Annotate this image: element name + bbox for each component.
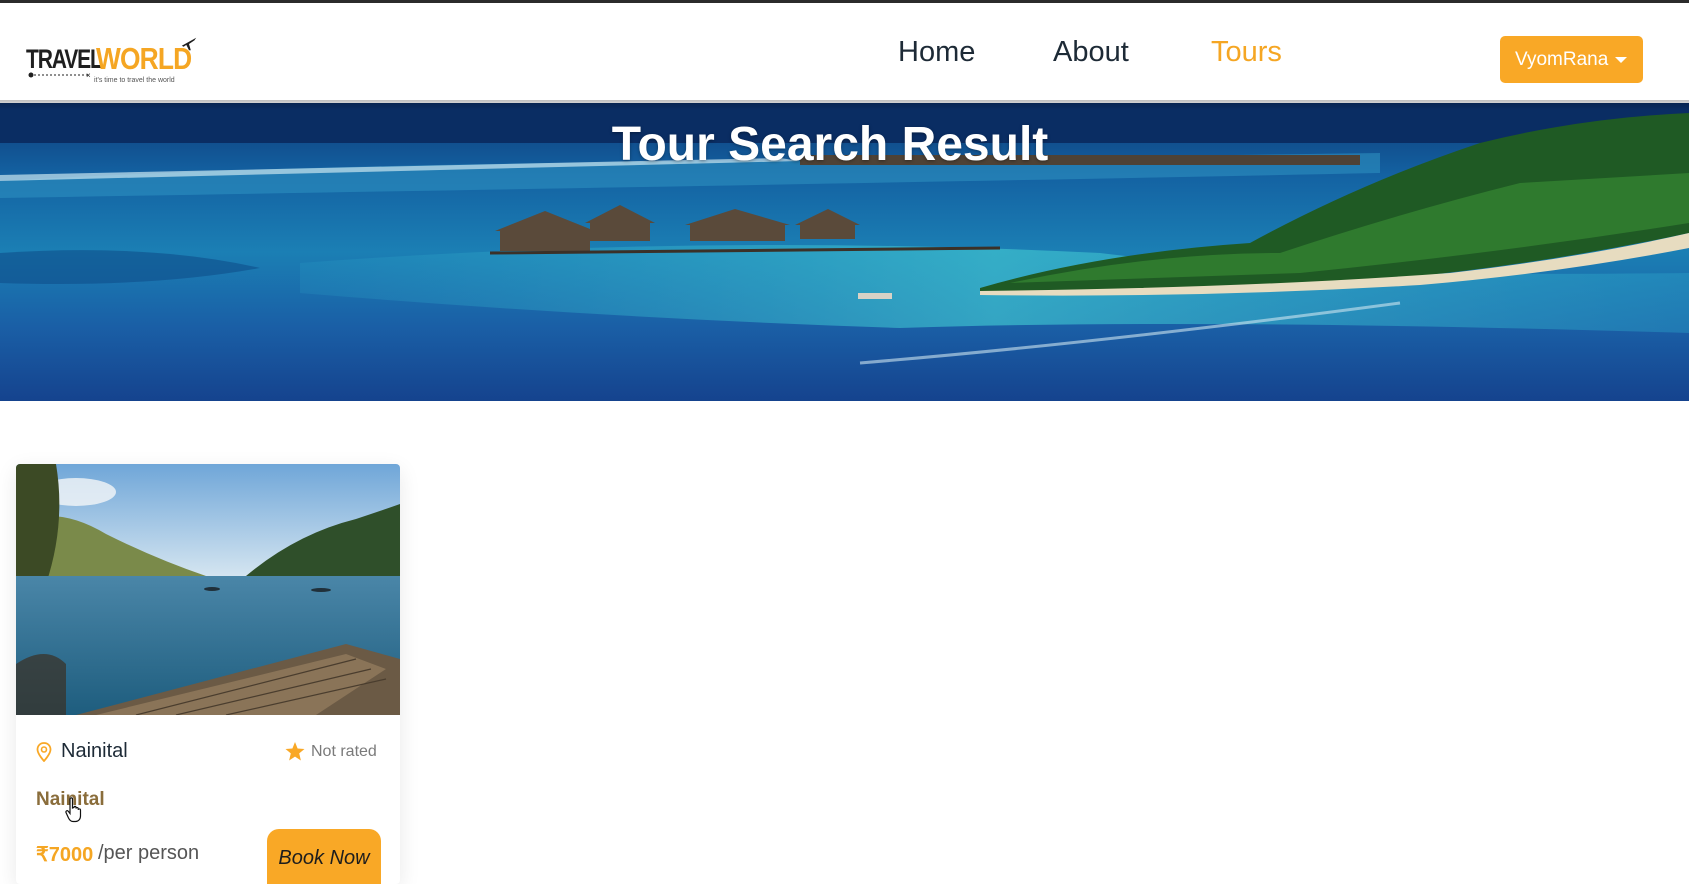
tour-lake-image[interactable] [16,464,400,715]
tour-card: Nainital Not rated Nainital ₹7000 /per p… [16,464,400,884]
user-menu-dropdown[interactable]: VyomRana [1500,36,1643,83]
tour-location: Nainital [61,740,128,762]
user-name-label: VyomRana [1515,48,1609,70]
book-now-button[interactable]: Book Now [267,829,381,884]
site-header: TRAVEL WORLD × it's time to travel the w… [0,3,1689,103]
location-pin-icon [36,742,52,762]
header-shadow [0,100,1689,110]
tour-price: ₹7000 [36,844,94,866]
logo-tagline: it's time to travel the world [94,77,175,84]
page-title: Tour Search Result [611,118,1049,171]
caret-down-icon [1615,56,1628,63]
star-icon [285,742,305,761]
hand-pointer-cursor-icon [65,797,82,823]
nav-home-link[interactable]: Home [898,36,975,69]
price-unit: /per person [98,842,200,864]
nav-tours-link[interactable]: Tours [1211,36,1282,69]
hero-banner: Tour Search Result [0,103,1689,401]
svg-text:×: × [86,71,91,79]
nav-about-link[interactable]: About [1053,36,1129,69]
travelworld-logo[interactable]: TRAVEL WORLD × it's time to travel the w… [26,33,206,89]
tour-rating: Not rated [311,743,377,760]
